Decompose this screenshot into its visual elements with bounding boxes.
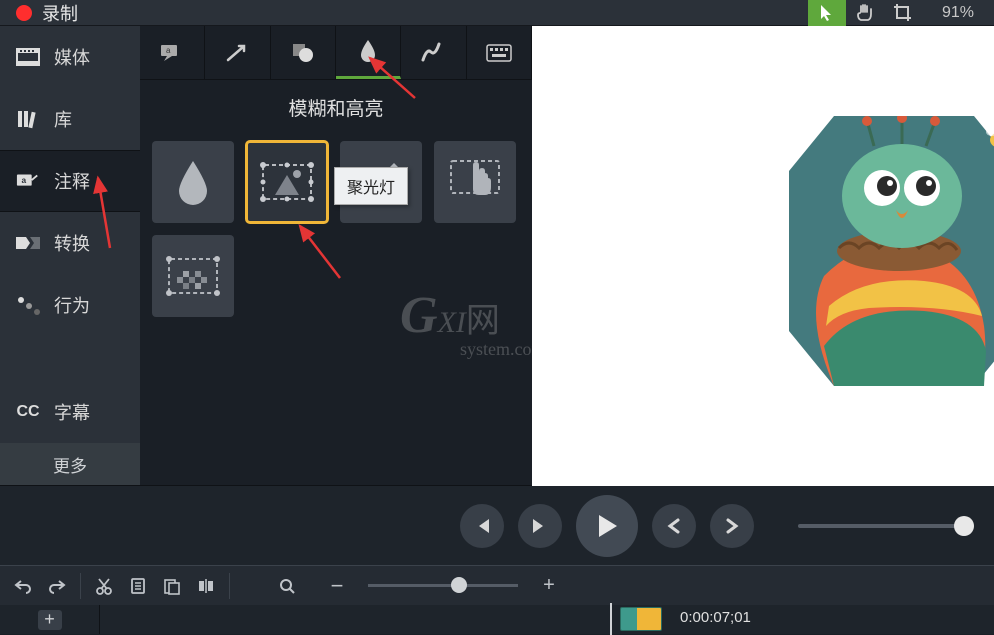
drop-icon	[173, 157, 213, 207]
zoom-in-button[interactable]: +	[534, 571, 564, 601]
sidebar-item-label: 注释	[54, 168, 90, 194]
redo-button[interactable]	[42, 571, 72, 601]
zoom-out-button[interactable]: −	[322, 571, 352, 601]
timeline-clip[interactable]	[620, 607, 662, 631]
sketch-icon	[421, 42, 445, 64]
sidebar-item-label: 行为	[54, 292, 90, 318]
record-label: 录制	[42, 0, 78, 26]
keyboard-icon	[486, 44, 512, 62]
callout-icon: a	[159, 43, 185, 63]
effect-interactive[interactable]	[434, 141, 516, 223]
timeline-track-header: +	[0, 605, 100, 634]
spotlight-icon	[257, 157, 317, 207]
zoom-level[interactable]: 91%	[922, 4, 994, 22]
top-toolbar: 录制 91%	[0, 0, 994, 26]
undo-button[interactable]	[8, 571, 38, 601]
sidebar-item-label: 媒体	[54, 44, 90, 70]
drop-icon	[358, 38, 378, 64]
subtab-keystroke[interactable]	[467, 26, 532, 79]
annotate-icon: a	[16, 171, 40, 191]
library-icon	[16, 109, 40, 129]
spotlight-tooltip: 聚光灯	[334, 167, 408, 205]
preview-canvas[interactable]	[532, 26, 994, 486]
sidebar: 媒体 库 a 注释 转换 行为 CC	[0, 26, 140, 485]
annotation-panel: a 模糊和高亮	[140, 26, 532, 485]
record-button[interactable]: 录制	[0, 0, 94, 25]
sidebar-item-label: 转换	[54, 230, 90, 256]
paste-button[interactable]	[157, 571, 187, 601]
subtab-callout[interactable]: a	[140, 26, 205, 79]
sidebar-item-annotate[interactable]: a 注释	[0, 150, 140, 212]
playback-controls	[0, 485, 994, 565]
touch-icon	[447, 157, 503, 207]
preview-image	[774, 116, 994, 426]
sidebar-item-label: 字幕	[54, 399, 90, 425]
arrow-icon	[225, 43, 249, 63]
playback-scrubber[interactable]	[798, 524, 974, 528]
prev-frame-button[interactable]	[460, 504, 504, 548]
section-title: 模糊和高亮	[140, 80, 532, 131]
sidebar-item-label: 库	[54, 106, 72, 132]
split-button[interactable]	[191, 571, 221, 601]
crop-tool-button[interactable]	[884, 0, 922, 26]
prev-marker-button[interactable]	[652, 504, 696, 548]
shape-icon	[291, 42, 315, 64]
canvas-area	[532, 26, 994, 485]
svg-text:a: a	[166, 46, 171, 55]
zoom-thumb[interactable]	[451, 577, 467, 593]
sidebar-item-caption[interactable]: CC 字幕	[0, 381, 140, 443]
effect-pixelate[interactable]	[152, 235, 234, 317]
caption-icon: CC	[16, 402, 40, 422]
sidebar-item-behavior[interactable]: 行为	[0, 274, 140, 336]
copy-button[interactable]	[123, 571, 153, 601]
more-label: 更多	[53, 452, 87, 477]
timeline-toolbar: − +	[0, 565, 994, 605]
timeline-zoom-slider[interactable]	[368, 584, 518, 587]
effect-grid: 聚光灯	[140, 131, 532, 327]
annotation-subtabs: a	[140, 26, 532, 80]
timecode: 0:00:07;01	[680, 609, 751, 626]
next-frame-button[interactable]	[518, 504, 562, 548]
timeline-track[interactable]: 0:00:07;01	[100, 605, 994, 634]
pixelate-icon	[163, 251, 223, 301]
transition-icon	[16, 233, 40, 253]
main-area: 媒体 库 a 注释 转换 行为 CC	[0, 26, 994, 485]
zoom-search-button[interactable]	[272, 571, 302, 601]
play-button[interactable]	[576, 495, 638, 557]
cursor-tool-button[interactable]	[808, 0, 846, 26]
sidebar-item-transition[interactable]: 转换	[0, 212, 140, 274]
sidebar-item-library[interactable]: 库	[0, 88, 140, 150]
effect-blur[interactable]	[152, 141, 234, 223]
svg-text:a: a	[22, 175, 27, 185]
sidebar-item-media[interactable]: 媒体	[0, 26, 140, 88]
subtab-blur[interactable]	[336, 26, 401, 79]
effect-spotlight[interactable]: 聚光灯	[246, 141, 328, 223]
record-icon	[16, 5, 32, 21]
playhead[interactable]	[610, 603, 612, 635]
subtab-shape[interactable]	[271, 26, 336, 79]
sidebar-more-button[interactable]: 更多	[0, 443, 140, 485]
add-track-button[interactable]: +	[38, 610, 62, 630]
subtab-arrow[interactable]	[205, 26, 270, 79]
hand-tool-button[interactable]	[846, 0, 884, 26]
behavior-icon	[16, 295, 40, 315]
timeline: + 0:00:07;01	[0, 605, 994, 634]
cut-button[interactable]	[89, 571, 119, 601]
scrubber-thumb[interactable]	[954, 516, 974, 536]
media-icon	[16, 47, 40, 67]
subtab-sketch[interactable]	[401, 26, 466, 79]
next-marker-button[interactable]	[710, 504, 754, 548]
